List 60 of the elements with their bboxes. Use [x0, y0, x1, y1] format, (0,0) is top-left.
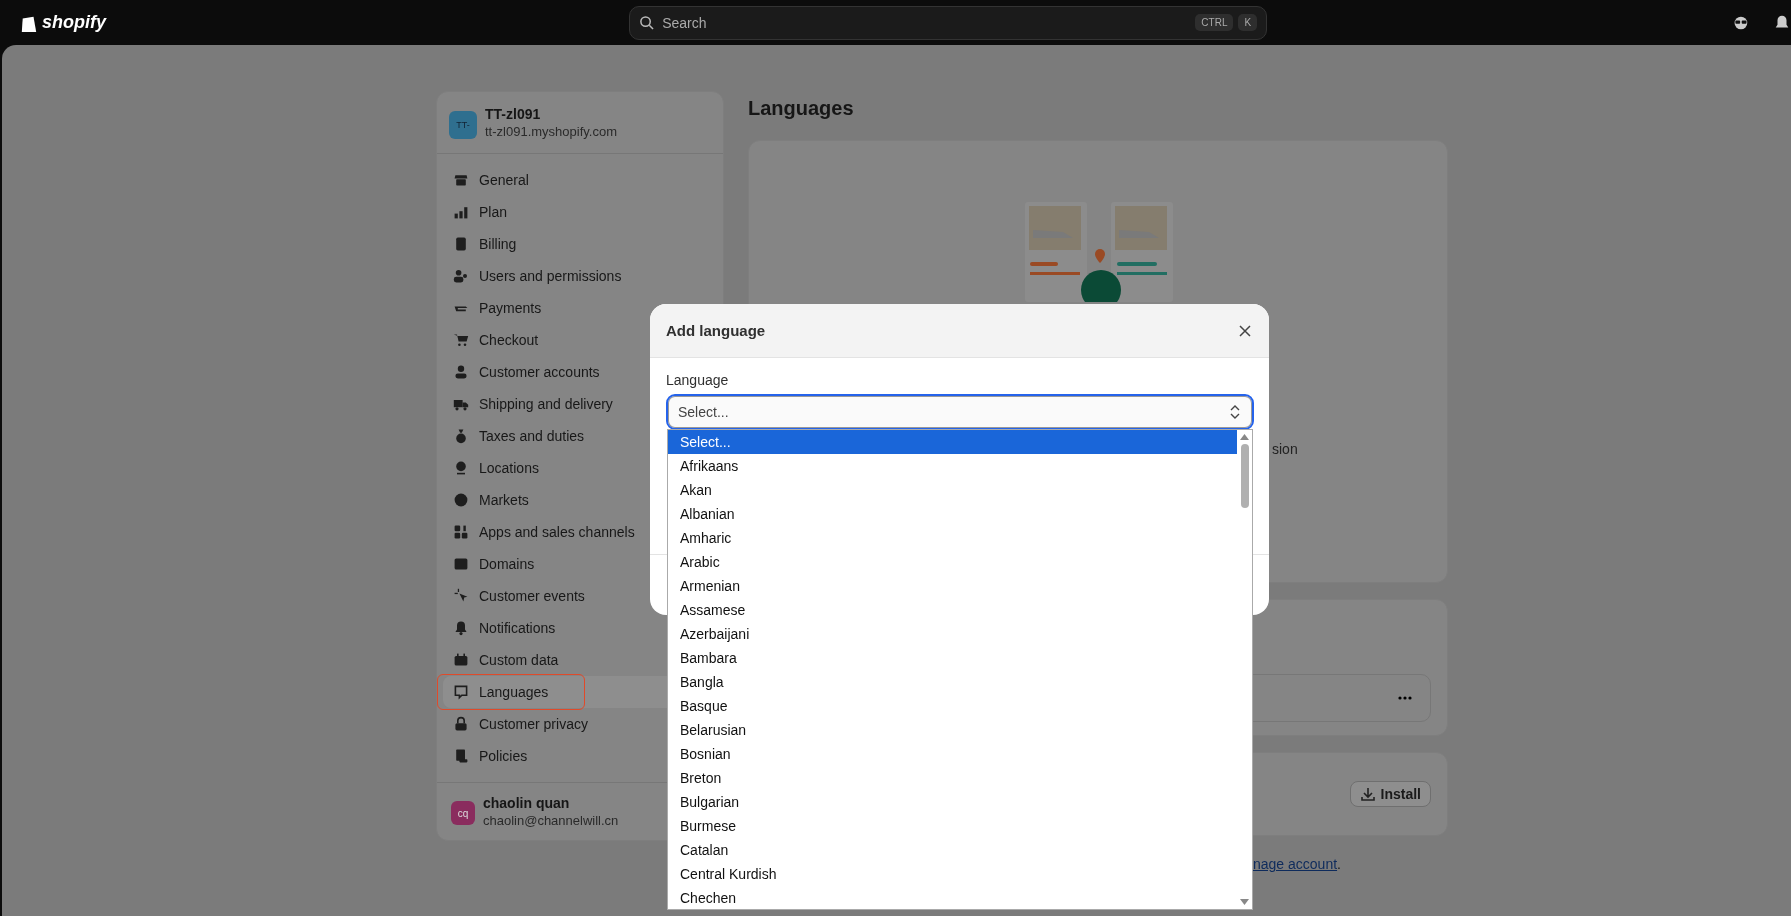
footer-text: . [1337, 856, 1341, 872]
page-title: Languages [748, 97, 855, 120]
pin-icon [453, 460, 469, 476]
chart-icon [453, 204, 469, 220]
language-option[interactable]: Akan [668, 478, 1237, 502]
store-name: TT-zl091 [485, 106, 542, 122]
store-icon [453, 172, 469, 188]
close-icon[interactable] [1237, 322, 1253, 339]
description-text: sion [1272, 441, 1298, 457]
scroll-down-icon [1240, 899, 1249, 905]
sidebar-item[interactable]: Plan [443, 196, 717, 228]
sidebar-item[interactable]: Billing [443, 228, 717, 260]
language-option[interactable]: Bulgarian [668, 790, 1237, 814]
person-icon [453, 364, 469, 380]
sidebar-item[interactable]: Users and permissions [443, 260, 717, 292]
language-option[interactable]: Select... [668, 430, 1237, 454]
search-icon [639, 14, 655, 30]
chevron-updown-icon [1230, 405, 1240, 419]
scrollbar-thumb[interactable] [1240, 444, 1249, 508]
language-option[interactable]: Catalan [668, 838, 1237, 862]
cart-icon [453, 332, 469, 348]
store-avatar: TT- [449, 111, 477, 139]
language-option[interactable]: Burmese [668, 814, 1237, 838]
database-icon [453, 652, 469, 668]
cursor-icon [453, 588, 469, 604]
language-option[interactable]: Armenian [668, 574, 1237, 598]
user-name: chaolin quan [483, 795, 571, 811]
language-option[interactable]: Afrikaans [668, 454, 1237, 478]
language-option[interactable]: Belarusian [668, 718, 1237, 742]
language-option[interactable]: Central Kurdish [668, 862, 1237, 886]
language-option[interactable]: Bambara [668, 646, 1237, 670]
window-icon [453, 556, 469, 572]
bag-icon [453, 428, 469, 444]
logo-text: shopify [42, 12, 106, 33]
field-label: Language [666, 372, 730, 388]
shopify-logo[interactable]: shopify [20, 12, 109, 33]
language-option[interactable]: Assamese [668, 598, 1237, 622]
lock-icon [453, 716, 469, 732]
sidebar-item[interactable]: Payments [443, 292, 717, 324]
dialog-title: Add language [666, 322, 766, 339]
users-icon [453, 268, 469, 284]
language-select[interactable]: Select... [666, 394, 1254, 430]
bell-icon [453, 620, 469, 636]
download-icon [1359, 786, 1376, 802]
more-icon [1398, 696, 1412, 700]
language-option[interactable]: Breton [668, 766, 1237, 790]
language-option[interactable]: Chechen [668, 886, 1237, 910]
sidebar-item[interactable]: General [443, 164, 717, 196]
language-option[interactable]: Bosnian [668, 742, 1237, 766]
language-option[interactable]: Amharic [668, 526, 1237, 550]
language-option[interactable]: Albanian [668, 502, 1237, 526]
language-option[interactable]: Azerbaijani [668, 622, 1237, 646]
scroll-up-icon [1240, 434, 1249, 440]
language-option[interactable]: Arabic [668, 550, 1237, 574]
document-icon [453, 748, 469, 764]
store-domain: tt-zl091.myshopify.com [485, 124, 617, 139]
apps-icon [453, 524, 469, 540]
user-email: chaolin@channelwill.cn [483, 813, 619, 828]
user-avatar: cq [451, 801, 475, 825]
install-button[interactable]: Install [1349, 781, 1431, 807]
